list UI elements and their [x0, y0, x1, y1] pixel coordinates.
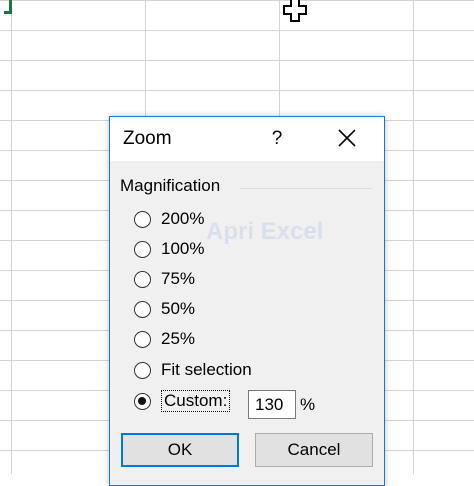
radio-button[interactable] [134, 270, 151, 288]
cell-cursor-icon [283, 0, 307, 22]
radio-button[interactable] [134, 330, 151, 348]
magnification-group-label: Magnification [120, 176, 225, 196]
radio-label: 100% [161, 239, 205, 258]
radio-button[interactable] [134, 210, 151, 228]
radio-200[interactable]: 200% [134, 206, 204, 232]
dialog-titlebar[interactable]: Zoom ? [110, 117, 384, 161]
custom-zoom-input[interactable] [248, 390, 296, 419]
group-divider [240, 188, 372, 189]
dialog-title: Zoom [123, 128, 172, 149]
radio-label: 75% [161, 269, 196, 288]
radio-button[interactable] [134, 361, 151, 379]
radio-button[interactable] [134, 300, 151, 318]
radio-75[interactable]: 75% [134, 266, 195, 292]
radio-label: Custom: [161, 390, 231, 412]
help-button[interactable]: ? [265, 125, 289, 153]
radio-50[interactable]: 50% [134, 296, 195, 322]
radio-button-checked[interactable] [134, 392, 151, 410]
radio-fit-selection[interactable]: Fit selection [134, 357, 252, 383]
radio-button[interactable] [134, 240, 151, 258]
watermark: Apri Excel [206, 218, 324, 245]
radio-label: 50% [161, 299, 196, 318]
zoom-dialog: Zoom ? Apri Excel Magnification 200% 100… [109, 116, 385, 486]
radio-custom[interactable]: Custom: [134, 388, 231, 414]
radio-label: Fit selection [161, 360, 252, 379]
cancel-button[interactable]: Cancel [255, 433, 373, 467]
radio-25[interactable]: 25% [134, 326, 195, 352]
radio-label: 25% [161, 329, 196, 348]
radio-label: 200% [161, 209, 205, 228]
close-icon[interactable] [332, 123, 362, 153]
ok-button[interactable]: OK [121, 433, 239, 467]
percent-label: % [300, 395, 316, 414]
cell-selection-handle[interactable] [4, 0, 12, 14]
radio-100[interactable]: 100% [134, 236, 204, 262]
